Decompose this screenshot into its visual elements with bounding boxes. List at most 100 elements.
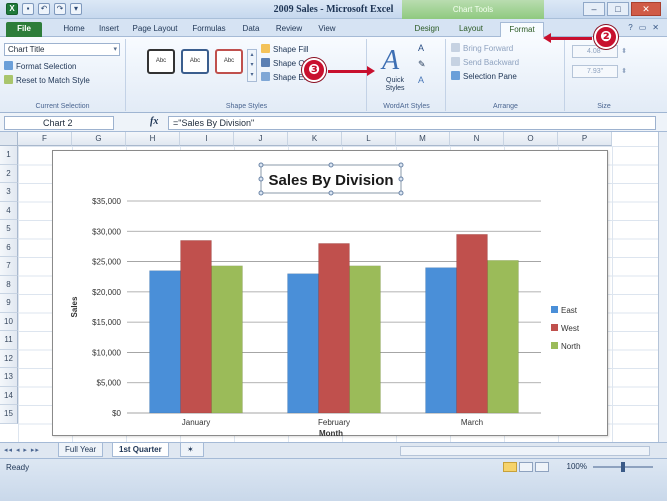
bar-west[interactable] — [180, 240, 212, 414]
legend-label-east[interactable]: East — [561, 306, 578, 315]
tab-review[interactable]: Review — [270, 22, 308, 37]
column-header[interactable]: P — [558, 132, 612, 146]
selection-handle[interactable] — [258, 162, 264, 168]
bar-east[interactable] — [149, 270, 181, 414]
bar-east[interactable] — [425, 267, 457, 414]
column-header[interactable]: I — [180, 132, 234, 146]
shape-width-field[interactable]: 7.93" ⬍ — [572, 65, 627, 78]
minimize-icon[interactable]: – — [583, 2, 605, 16]
shape-style-swatch[interactable]: Abc — [215, 49, 243, 74]
row-header[interactable]: 5 — [0, 220, 18, 239]
help-icon[interactable]: ? — [628, 23, 632, 32]
legend-swatch-north[interactable] — [551, 342, 558, 349]
y-tick-label[interactable]: $35,000 — [92, 197, 121, 206]
selection-handle[interactable] — [398, 190, 404, 196]
select-all-corner[interactable] — [0, 132, 18, 146]
bar-north[interactable] — [349, 265, 381, 414]
row-header[interactable]: 15 — [0, 405, 18, 424]
x-tick-label[interactable]: February — [318, 418, 350, 427]
selection-handle[interactable] — [398, 176, 404, 182]
y-tick-label[interactable]: $20,000 — [92, 288, 121, 297]
y-tick-label[interactable]: $25,000 — [92, 258, 121, 267]
legend-label-west[interactable]: West — [561, 324, 580, 333]
column-header[interactable]: F — [18, 132, 72, 146]
normal-view-icon[interactable] — [503, 462, 517, 472]
row-header[interactable]: 12 — [0, 349, 18, 368]
row-header[interactable]: 8 — [0, 275, 18, 294]
zoom-slider[interactable] — [593, 462, 653, 472]
tab-design[interactable]: Design — [408, 22, 446, 37]
bar-north[interactable] — [211, 265, 243, 414]
quick-styles-icon[interactable]: A — [382, 45, 399, 77]
formula-input[interactable]: ="Sales By Division" — [168, 116, 656, 130]
column-header[interactable]: H — [126, 132, 180, 146]
y-axis-title[interactable]: Sales — [70, 296, 79, 317]
legend-label-north[interactable]: North — [561, 342, 581, 351]
quick-styles-label[interactable]: Quick Styles — [378, 77, 412, 93]
tab-formulas[interactable]: Formulas — [186, 22, 232, 37]
selection-handle[interactable] — [258, 176, 264, 182]
chart-title[interactable]: Sales By Division — [268, 172, 393, 189]
chart-elements-dropdown[interactable]: Chart Title ▾ — [4, 43, 120, 56]
row-header[interactable]: 9 — [0, 294, 18, 313]
shape-style-swatch[interactable]: Abc — [147, 49, 175, 74]
bar-north[interactable] — [487, 260, 519, 414]
tab-data[interactable]: Data — [236, 22, 266, 37]
tab-format[interactable]: Format — [500, 22, 544, 37]
row-header[interactable]: 10 — [0, 312, 18, 331]
format-selection-button[interactable]: Format Selection — [4, 61, 76, 71]
spinner-icon[interactable]: ⬍ — [621, 66, 627, 77]
tab-insert[interactable]: Insert — [92, 22, 126, 37]
selection-pane-button[interactable]: Selection Pane — [451, 71, 517, 81]
tab-file[interactable]: File — [6, 22, 42, 37]
row-header[interactable]: 14 — [0, 386, 18, 405]
legend-swatch-west[interactable] — [551, 324, 558, 331]
close-workbook-icon[interactable]: ✕ — [652, 23, 659, 32]
row-header[interactable]: 11 — [0, 331, 18, 350]
text-outline-icon[interactable]: ✎ — [418, 59, 426, 70]
horizontal-scrollbar[interactable] — [400, 446, 650, 456]
text-fill-icon[interactable]: A — [418, 43, 424, 53]
x-axis-title[interactable]: Month — [319, 429, 343, 437]
bar-east[interactable] — [287, 273, 319, 414]
row-header[interactable]: 3 — [0, 183, 18, 202]
bar-west[interactable] — [318, 243, 350, 414]
legend-swatch-east[interactable] — [551, 306, 558, 313]
shape-fill-button[interactable]: Shape Fill — [261, 43, 324, 57]
row-header[interactable]: 4 — [0, 201, 18, 220]
zoom-slider-knob[interactable] — [621, 462, 625, 472]
vertical-scrollbar[interactable] — [658, 132, 667, 442]
page-layout-view-icon[interactable] — [519, 462, 533, 472]
row-header[interactable]: 6 — [0, 238, 18, 257]
restore-ribbon-icon[interactable]: ▭ — [639, 23, 647, 32]
text-effects-icon[interactable]: A — [418, 75, 424, 85]
row-header[interactable]: 1 — [0, 146, 18, 165]
reset-style-button[interactable]: Reset to Match Style — [4, 75, 90, 85]
bar-west[interactable] — [456, 234, 488, 414]
style-gallery-scroll[interactable]: ▴ ▾ ▾ — [247, 49, 257, 82]
selection-handle[interactable] — [258, 190, 264, 196]
tab-page-layout[interactable]: Page Layout — [128, 22, 182, 37]
shape-style-swatch[interactable]: Abc — [181, 49, 209, 74]
tab-layout[interactable]: Layout — [452, 22, 490, 37]
tab-home[interactable]: Home — [58, 22, 90, 37]
maximize-icon[interactable]: □ — [607, 2, 629, 16]
column-header[interactable]: M — [396, 132, 450, 146]
y-tick-label[interactable]: $30,000 — [92, 227, 121, 236]
y-tick-label[interactable]: $15,000 — [92, 318, 121, 327]
y-tick-label[interactable]: $5,000 — [97, 379, 122, 388]
name-box[interactable]: Chart 2 — [4, 116, 114, 130]
send-backward-button[interactable]: Send Backward — [451, 57, 519, 67]
sheet-nav-arrows[interactable]: ◂◂ ◂ ▸ ▸▸ — [4, 446, 40, 454]
column-header[interactable]: J — [234, 132, 288, 146]
x-tick-label[interactable]: January — [182, 418, 210, 427]
y-tick-label[interactable]: $10,000 — [92, 348, 121, 357]
column-header[interactable]: L — [342, 132, 396, 146]
close-icon[interactable]: ✕ — [631, 2, 661, 16]
row-header[interactable]: 7 — [0, 257, 18, 276]
bring-forward-button[interactable]: Bring Forward — [451, 43, 513, 53]
chart-canvas[interactable]: Sales By Division $0 $5,000 $10,000 $15,000 $… — [53, 151, 609, 437]
selection-handle[interactable] — [398, 162, 404, 168]
spinner-icon[interactable]: ⬍ — [621, 46, 627, 57]
selection-handle[interactable] — [328, 190, 334, 196]
